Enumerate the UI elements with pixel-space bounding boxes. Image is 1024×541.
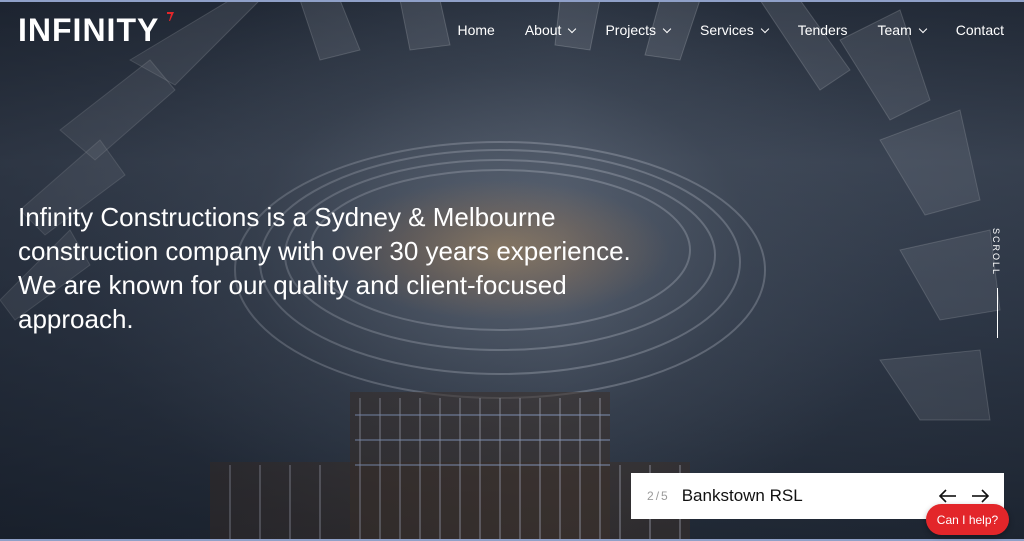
nav-item-services[interactable]: Services bbox=[700, 22, 769, 38]
hero-headline: Infinity Constructions is a Sydney & Mel… bbox=[18, 202, 631, 334]
slide-total: 5 bbox=[661, 489, 668, 503]
chevron-down-icon bbox=[918, 24, 927, 33]
nav-item-contact[interactable]: Contact bbox=[956, 22, 1004, 38]
top-border bbox=[0, 0, 1024, 2]
brand-logo[interactable]: INFINITY bbox=[18, 12, 159, 48]
arrow-right-icon[interactable] bbox=[970, 486, 990, 506]
nav-item-tenders[interactable]: Tenders bbox=[798, 22, 848, 38]
nav-item-label: Services bbox=[700, 22, 754, 38]
main-navigation: Home About Projects Services Tenders Tea… bbox=[427, 22, 1004, 38]
nav-item-about[interactable]: About bbox=[524, 22, 577, 38]
nav-item-label: Team bbox=[877, 22, 912, 38]
scroll-line bbox=[997, 288, 998, 338]
chevron-down-icon bbox=[662, 24, 672, 33]
slide-counter: 2/5 bbox=[647, 489, 668, 503]
logo-accent-icon bbox=[167, 12, 174, 21]
chevron-down-icon bbox=[568, 24, 577, 33]
arrow-left-icon[interactable] bbox=[938, 486, 958, 506]
slide-current: 2 bbox=[647, 489, 654, 503]
slide-arrows bbox=[938, 486, 990, 506]
nav-item-label: About bbox=[524, 22, 562, 38]
slide-title[interactable]: Bankstown RSL bbox=[682, 486, 803, 506]
nav-item-label: Tenders bbox=[797, 22, 848, 38]
scroll-indicator[interactable]: SCROLL bbox=[988, 228, 1008, 340]
nav-item-team[interactable]: Team bbox=[877, 22, 927, 38]
nav-item-label: Projects bbox=[605, 22, 657, 38]
help-chat-button[interactable]: Can I help? bbox=[926, 504, 1009, 535]
nav-item-home[interactable]: Home bbox=[457, 22, 494, 38]
slide-separator: / bbox=[655, 489, 660, 503]
nav-item-projects[interactable]: Projects bbox=[605, 22, 672, 38]
scroll-label: SCROLL bbox=[991, 228, 1001, 277]
hero-section: INFINITY Home About Projects Services Te… bbox=[0, 0, 1024, 541]
nav-item-label: Contact bbox=[955, 22, 1004, 38]
chevron-down-icon bbox=[760, 24, 769, 33]
nav-item-label: Home bbox=[457, 22, 495, 38]
